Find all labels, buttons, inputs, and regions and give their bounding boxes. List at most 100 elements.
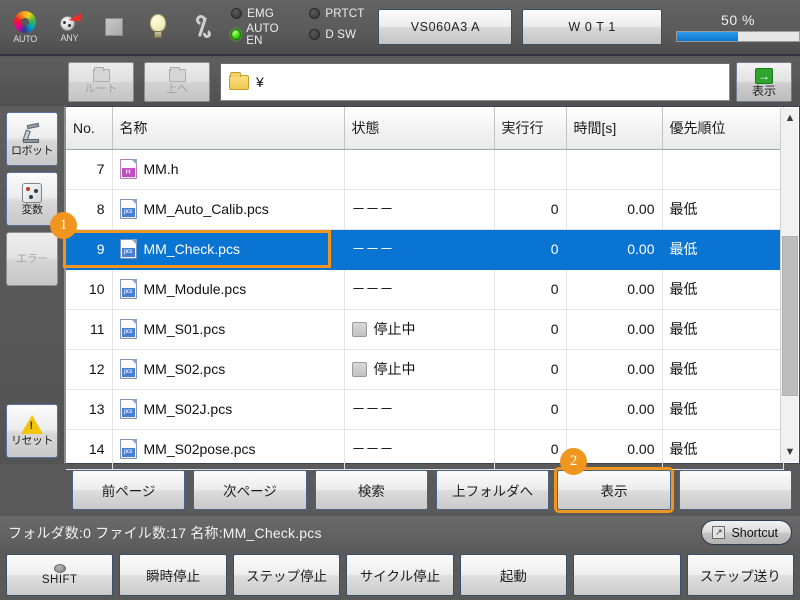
file-table: No. 名称 状態 実行行 時間[s] 優先順位 7HMM.h8pcsMM_Au…: [66, 107, 784, 470]
bottom-button-3[interactable]: サイクル停止: [346, 554, 453, 596]
folder-up-icon: [169, 69, 186, 82]
shortcut-button[interactable]: ↗ Shortcut: [701, 520, 792, 545]
column-header-name[interactable]: 名称: [112, 107, 344, 149]
parent-folder-label: 上へ: [166, 83, 188, 95]
bottom-button-6[interactable]: ステップ送り: [687, 554, 794, 596]
status-checkbox[interactable]: [352, 362, 367, 377]
file-name-label: MM_Module.pcs: [144, 281, 247, 297]
stop-square-icon: [94, 4, 132, 50]
cell-line: 0: [494, 309, 566, 349]
cell-line: 0: [494, 269, 566, 309]
led-emg: EMG: [231, 8, 293, 20]
left-sidebar: ロボット 変数 エラー リセット: [0, 106, 64, 464]
speed-value-label: 50 %: [721, 12, 755, 28]
bottom-button-empty[interactable]: [573, 554, 680, 596]
lamp-icon: [139, 4, 177, 50]
sidebar-reset-slot: リセット: [0, 398, 64, 458]
cell-name: pcsMM_S02pose.pcs: [112, 429, 344, 469]
bottom-button-4[interactable]: 起動: [460, 554, 567, 596]
root-folder-button[interactable]: ルート: [68, 62, 134, 102]
file-name-label: MM.h: [144, 161, 179, 177]
led-emg-label: EMG: [247, 8, 274, 20]
column-header-time[interactable]: 時間[s]: [566, 107, 662, 149]
cell-name: pcsMM_S01.pcs: [112, 309, 344, 349]
sidebar-item-variable[interactable]: 変数: [6, 172, 58, 226]
cell-priority: 最低: [662, 269, 783, 309]
wrench-icon: [183, 4, 221, 50]
table-row[interactable]: 10pcsMM_Module.pcs－－－00.00最低: [66, 269, 783, 309]
any-mode-icon: ANY: [50, 4, 88, 50]
table-row[interactable]: 12pcsMM_S02.pcs停止中00.00最低: [66, 349, 783, 389]
scrollbar-thumb[interactable]: [782, 236, 798, 396]
status-checkbox[interactable]: [352, 322, 367, 337]
bottom-button-label: SHIFT: [42, 574, 78, 586]
page-button-label: 上フォルダへ: [452, 480, 533, 500]
work-tool-button[interactable]: W 0 T 1: [522, 9, 662, 45]
status-label: －－－: [352, 279, 394, 299]
page-button-2[interactable]: 検索: [315, 470, 428, 510]
show-toolbar-button[interactable]: → 表示: [736, 62, 792, 102]
folder-root-icon: [93, 69, 110, 82]
column-header-line[interactable]: 実行行: [494, 107, 566, 149]
page-button-3[interactable]: 上フォルダへ: [436, 470, 549, 510]
header-file-icon: H: [120, 159, 137, 179]
annotation-badge-2: 2: [560, 448, 587, 475]
led-auto-en-lamp: [231, 29, 241, 40]
table-row[interactable]: 9pcsMM_Check.pcs－－－00.00最低: [66, 229, 783, 269]
parent-folder-button[interactable]: 上へ: [144, 62, 210, 102]
led-prtct-label: PRTCT: [325, 8, 364, 20]
table-row[interactable]: 11pcsMM_S01.pcs停止中00.00最低: [66, 309, 783, 349]
speed-bar-track[interactable]: [676, 31, 800, 42]
sidebar-item-robot-label: ロボット: [11, 145, 53, 157]
stop-square-glyph: [105, 18, 123, 36]
status-label: －－－: [352, 399, 394, 419]
bottom-button-label: 瞬時停止: [146, 565, 200, 585]
led-d-sw: D SW: [309, 23, 364, 47]
page-button-empty[interactable]: [679, 470, 792, 510]
robot-model-button[interactable]: VS060A3 A: [378, 9, 512, 45]
table-row[interactable]: 13pcsMM_S02J.pcs－－－00.00最低: [66, 389, 783, 429]
sidebar-item-reset[interactable]: リセット: [6, 404, 58, 458]
bottom-button-0[interactable]: SHIFT: [6, 554, 113, 596]
speed-indicator[interactable]: 50 %: [676, 12, 800, 42]
cell-no: 10: [66, 269, 112, 309]
annotation-badge-1: 1: [50, 212, 77, 239]
path-input[interactable]: ¥: [220, 63, 730, 101]
sidebar-item-robot[interactable]: ロボット: [6, 112, 58, 166]
table-row[interactable]: 8pcsMM_Auto_Calib.pcs－－－00.00最低: [66, 189, 783, 229]
file-name-label: MM_S01.pcs: [144, 321, 226, 337]
table-row[interactable]: 14pcsMM_S02pose.pcs－－－00.00最低: [66, 429, 783, 469]
page-button-1[interactable]: 次ページ: [193, 470, 306, 510]
bottom-button-label: ステップ送り: [700, 565, 781, 585]
bottom-button-1[interactable]: 瞬時停止: [119, 554, 226, 596]
pcs-file-icon: pcs: [120, 439, 137, 459]
page-button-0[interactable]: 前ページ: [72, 470, 185, 510]
cell-status: [344, 149, 494, 189]
status-bar: フォルダ数:0 ファイル数:17 名称:MM_Check.pcs ↗ Short…: [0, 516, 800, 550]
bottom-button-label: サイクル停止: [360, 565, 440, 585]
column-header-priority[interactable]: 優先順位: [662, 107, 783, 149]
scroll-up-arrow-icon[interactable]: ▲: [781, 108, 799, 128]
cell-no: 14: [66, 429, 112, 469]
column-header-no[interactable]: No.: [66, 107, 112, 149]
status-label: 停止中: [374, 319, 416, 339]
column-header-status[interactable]: 状態: [344, 107, 494, 149]
bottom-button-2[interactable]: ステップ停止: [233, 554, 340, 596]
bottom-button-label: 起動: [500, 565, 527, 585]
table-row[interactable]: 7HMM.h: [66, 149, 783, 189]
page-button-label: 前ページ: [102, 480, 156, 500]
cell-no: 11: [66, 309, 112, 349]
cell-name: H MM.h: [112, 149, 344, 189]
vertical-scrollbar[interactable]: ▲ ▼: [780, 108, 798, 462]
cell-priority: 最低: [662, 229, 783, 269]
teach-pendant-screen: AUTO ANY EMG: [0, 0, 800, 600]
scroll-down-arrow-icon[interactable]: ▼: [781, 442, 799, 462]
page-button-4[interactable]: 表示: [557, 470, 670, 510]
cell-time: 0.00: [566, 269, 662, 309]
any-mode-glyph: [57, 12, 81, 32]
sidebar-item-error[interactable]: エラー: [6, 232, 58, 286]
page-button-row: 前ページ 次ページ検索 上フォルダへ 表示: [64, 466, 800, 514]
cell-priority: 最低: [662, 429, 783, 469]
any-mode-label: ANY: [61, 33, 79, 43]
green-arrow-icon: →: [755, 68, 773, 84]
